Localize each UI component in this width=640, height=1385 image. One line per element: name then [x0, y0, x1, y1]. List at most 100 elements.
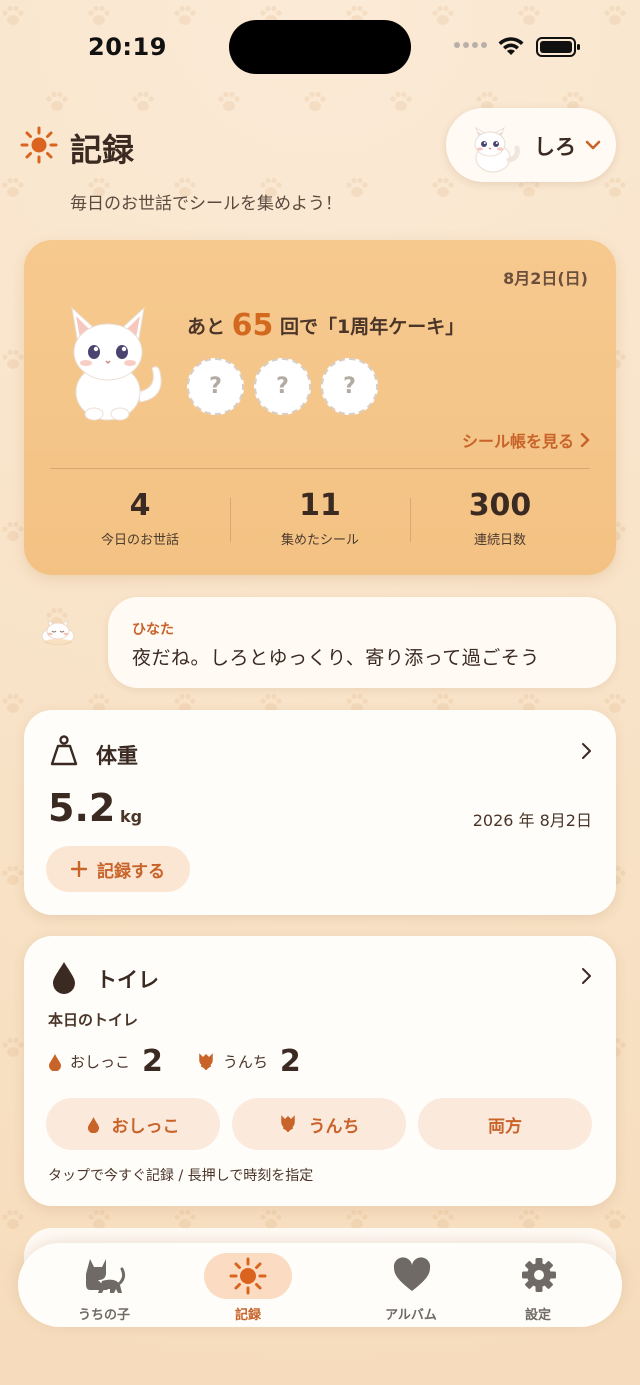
stats-row: 4 今日のお世話 11 集めたシール 300 連続日数: [50, 488, 590, 556]
sticker-slot: ?: [254, 358, 311, 415]
tab-pets[interactable]: うちの子: [44, 1243, 164, 1327]
heart-icon: [393, 1257, 431, 1291]
chevron-right-icon: [582, 743, 591, 759]
stat-streak: 300 連続日数: [410, 488, 590, 556]
stat-label: 連続日数: [473, 533, 526, 548]
paw-print-decoration: [0, 176, 26, 200]
toilet-subtitle: 本日のトイレ: [48, 1011, 139, 1029]
paw-print-decoration: [602, 176, 628, 200]
battery-icon: [536, 37, 580, 57]
pee-label: おしっこ: [70, 1053, 131, 1071]
sticker-progress-card: 8月2日(日) あと 65 回で「1周年ケーキ」 ? ? ? シール帳を見る 4…: [24, 240, 616, 575]
paw-print-decoration: [602, 1208, 628, 1232]
paw-print-decoration: [0, 692, 26, 716]
toilet-counts: おしっこ 2 うんち 2: [48, 1044, 335, 1079]
sleeping-cat-icon: [41, 618, 75, 646]
pet-selector[interactable]: しろ: [446, 108, 616, 182]
paw-print-decoration: [344, 176, 370, 200]
tulip-icon: [199, 1052, 213, 1070]
tab-settings[interactable]: 設定: [478, 1243, 598, 1327]
sticker-slots: ? ? ?: [187, 358, 378, 415]
chevron-right-icon: [580, 433, 590, 447]
poop-button[interactable]: うんち: [232, 1098, 406, 1150]
wifi-icon: [498, 37, 524, 55]
pet-name: しろ: [534, 135, 576, 159]
poop-count: 2: [279, 1044, 301, 1079]
gear-icon: [522, 1258, 556, 1292]
sun-icon: [20, 126, 58, 164]
paw-print-decoration: [602, 692, 628, 716]
page-subtitle: 毎日のお世話でシールを集めよう！: [70, 194, 342, 214]
cat-avatar: [474, 126, 520, 173]
weight-value: 5.2: [48, 786, 116, 830]
sticker-slot: ?: [187, 358, 244, 415]
sun-icon: [229, 1257, 267, 1295]
droplet-icon: [53, 962, 75, 994]
pee-count: 2: [142, 1044, 163, 1079]
paw-print-decoration: [130, 90, 156, 114]
stat-label: 今日のお世話: [100, 533, 179, 548]
weight-date: 2026 年 8月2日: [472, 811, 592, 830]
paw-print-decoration: [0, 1036, 26, 1060]
remaining-count: 65: [231, 308, 274, 343]
toilet-buttons: おしっこ うんち 両方: [46, 1098, 592, 1150]
paw-print-decoration: [0, 1208, 26, 1232]
stat-label: 集めたシール: [280, 533, 359, 548]
poop-label: うんち: [222, 1053, 268, 1071]
tab-label: 記録: [234, 1308, 261, 1323]
toilet-card[interactable]: トイレ 本日のトイレ おしっこ 2 うんち 2 おしっこ うんち 両方 タップで…: [24, 936, 616, 1206]
tulip-icon: [280, 1115, 295, 1133]
both-button[interactable]: 両方: [418, 1098, 592, 1150]
page-title: 記録: [70, 131, 135, 169]
message-prefix: あと: [187, 316, 226, 338]
sticker-progress-message: あと 65 回で「1周年ケーキ」: [187, 308, 464, 343]
message-text: 夜だね。しろとゆっくり、寄り添って過ごそう: [132, 647, 540, 669]
tab-label: アルバム: [385, 1308, 437, 1323]
status-time: 20:19: [88, 33, 167, 61]
paw-print-decoration: [0, 864, 26, 888]
divider: [50, 468, 590, 469]
stat-value: 11: [299, 488, 341, 523]
paw-print-decoration: [44, 90, 70, 114]
today-date: 8月2日(日): [503, 269, 588, 288]
plus-icon: [71, 861, 87, 877]
poop-button-label: うんち: [308, 1116, 360, 1137]
sticker-book-label: シール帳を見る: [461, 432, 574, 451]
stat-stickers: 11 集めたシール: [230, 488, 410, 556]
speaker-name: ひなた: [132, 622, 174, 638]
paw-print-decoration: [302, 90, 328, 114]
message-bubble: ひなた 夜だね。しろとゆっくり、寄り添って過ごそう: [108, 597, 616, 688]
paw-print-decoration: [216, 90, 242, 114]
toilet-hint: タップで今すぐ記録 / 長押しで時刻を指定: [48, 1168, 314, 1184]
message-suffix: 回で「1周年ケーキ」: [280, 316, 465, 338]
toilet-title: トイレ: [96, 968, 159, 992]
tab-bar: うちの子 記録 アルバム 設定: [18, 1243, 622, 1327]
dynamic-island: [229, 20, 411, 74]
record-weight-button[interactable]: 記録する: [46, 846, 190, 892]
stat-value: 300: [468, 488, 532, 523]
sticker-book-link[interactable]: シール帳を見る: [462, 428, 590, 452]
droplet-icon: [87, 1116, 99, 1133]
both-button-label: 両方: [488, 1116, 522, 1137]
status-bar: 20:19: [0, 0, 640, 90]
tab-records[interactable]: 記録: [201, 1243, 321, 1327]
weight-title: 体重: [96, 744, 138, 768]
weight-card[interactable]: 体重 5.2 kg 2026 年 8月2日 記録する: [24, 710, 616, 915]
sticker-slot: ?: [321, 358, 378, 415]
chevron-right-icon: [582, 968, 591, 984]
droplet-icon: [49, 1053, 61, 1071]
chevron-down-icon: [585, 140, 601, 150]
tab-album[interactable]: アルバム: [351, 1243, 471, 1327]
cat-icon: [86, 1259, 126, 1293]
pee-button[interactable]: おしっこ: [46, 1098, 220, 1150]
paw-print-decoration: [430, 176, 456, 200]
pee-button-label: おしっこ: [111, 1116, 180, 1137]
stat-value: 4: [129, 488, 151, 523]
tab-label: 設定: [524, 1308, 551, 1323]
signal-icon: [454, 42, 487, 48]
tab-label: うちの子: [77, 1308, 130, 1323]
cat-illustration: [71, 306, 162, 421]
paw-print-decoration: [0, 348, 26, 372]
paw-print-decoration: [0, 520, 26, 544]
scale-icon: [50, 735, 78, 766]
